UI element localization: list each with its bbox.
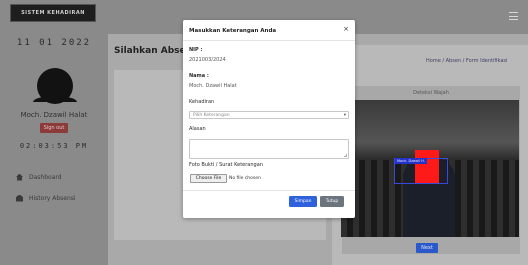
nip-label: NIP : (189, 47, 203, 53)
user-name: Moch. Dzawil Halat (20, 111, 88, 119)
nama-value: Moch. Dzawil Halat (189, 83, 237, 89)
next-button[interactable]: Next (416, 243, 438, 253)
modal-footer-divider (183, 190, 355, 191)
sidebar-item-label: Dashboard (29, 173, 62, 181)
modal-divider (183, 40, 355, 41)
nama-label: Nama : (189, 73, 209, 79)
sidebar-item-label: History Absensi (29, 194, 76, 202)
breadcrumb[interactable]: Home / Absen / Form Identifikasi (426, 58, 507, 64)
home-icon (16, 173, 23, 181)
kehadiran-select-value: Pilih Keterangan (193, 112, 230, 118)
close-icon[interactable]: × (343, 26, 349, 33)
attendance-modal: Masukkan Keterangan Anda × NIP : 2021003… (183, 20, 355, 218)
signout-button[interactable]: Sign out (40, 123, 68, 133)
avatar-shoulders (33, 96, 77, 102)
save-button[interactable]: Simpan (289, 196, 317, 207)
alasan-label: Alasan (189, 126, 206, 132)
sidebar-item-dashboard[interactable]: Dashboard (16, 171, 106, 183)
resize-handle-icon (344, 154, 347, 157)
close-button[interactable]: Tutup (320, 196, 344, 207)
date-display: 11 01 2022 (16, 38, 92, 48)
camera-feed: Moch. Dzawil H. (341, 100, 519, 237)
kehadiran-label: Kehadiran (189, 99, 215, 105)
camera-label: Deteksi Wajah (413, 90, 449, 96)
chevron-down-icon: ▾ (343, 113, 346, 118)
nip-value: 2021003/2024 (189, 57, 226, 63)
brand-logo: SISTEM KEHADIRAN (10, 4, 96, 22)
sidebar-item-history[interactable]: History Absensi (16, 192, 106, 204)
menu-icon[interactable] (509, 12, 518, 20)
modal-title: Masukkan Keterangan Anda (189, 28, 277, 34)
choose-file-button[interactable]: Choose File (190, 174, 227, 183)
kehadiran-select[interactable]: Pilih Keterangan ▾ (189, 111, 349, 119)
foto-label: Foto Bukti / Surat Keterangan (189, 162, 263, 168)
alasan-textarea[interactable] (189, 139, 349, 159)
history-icon (16, 194, 23, 202)
file-status: No file chosen (229, 176, 261, 181)
clock-display: 02:03:53 PM (19, 142, 89, 150)
face-detection-tag: Moch. Dzawil H. (395, 158, 427, 164)
